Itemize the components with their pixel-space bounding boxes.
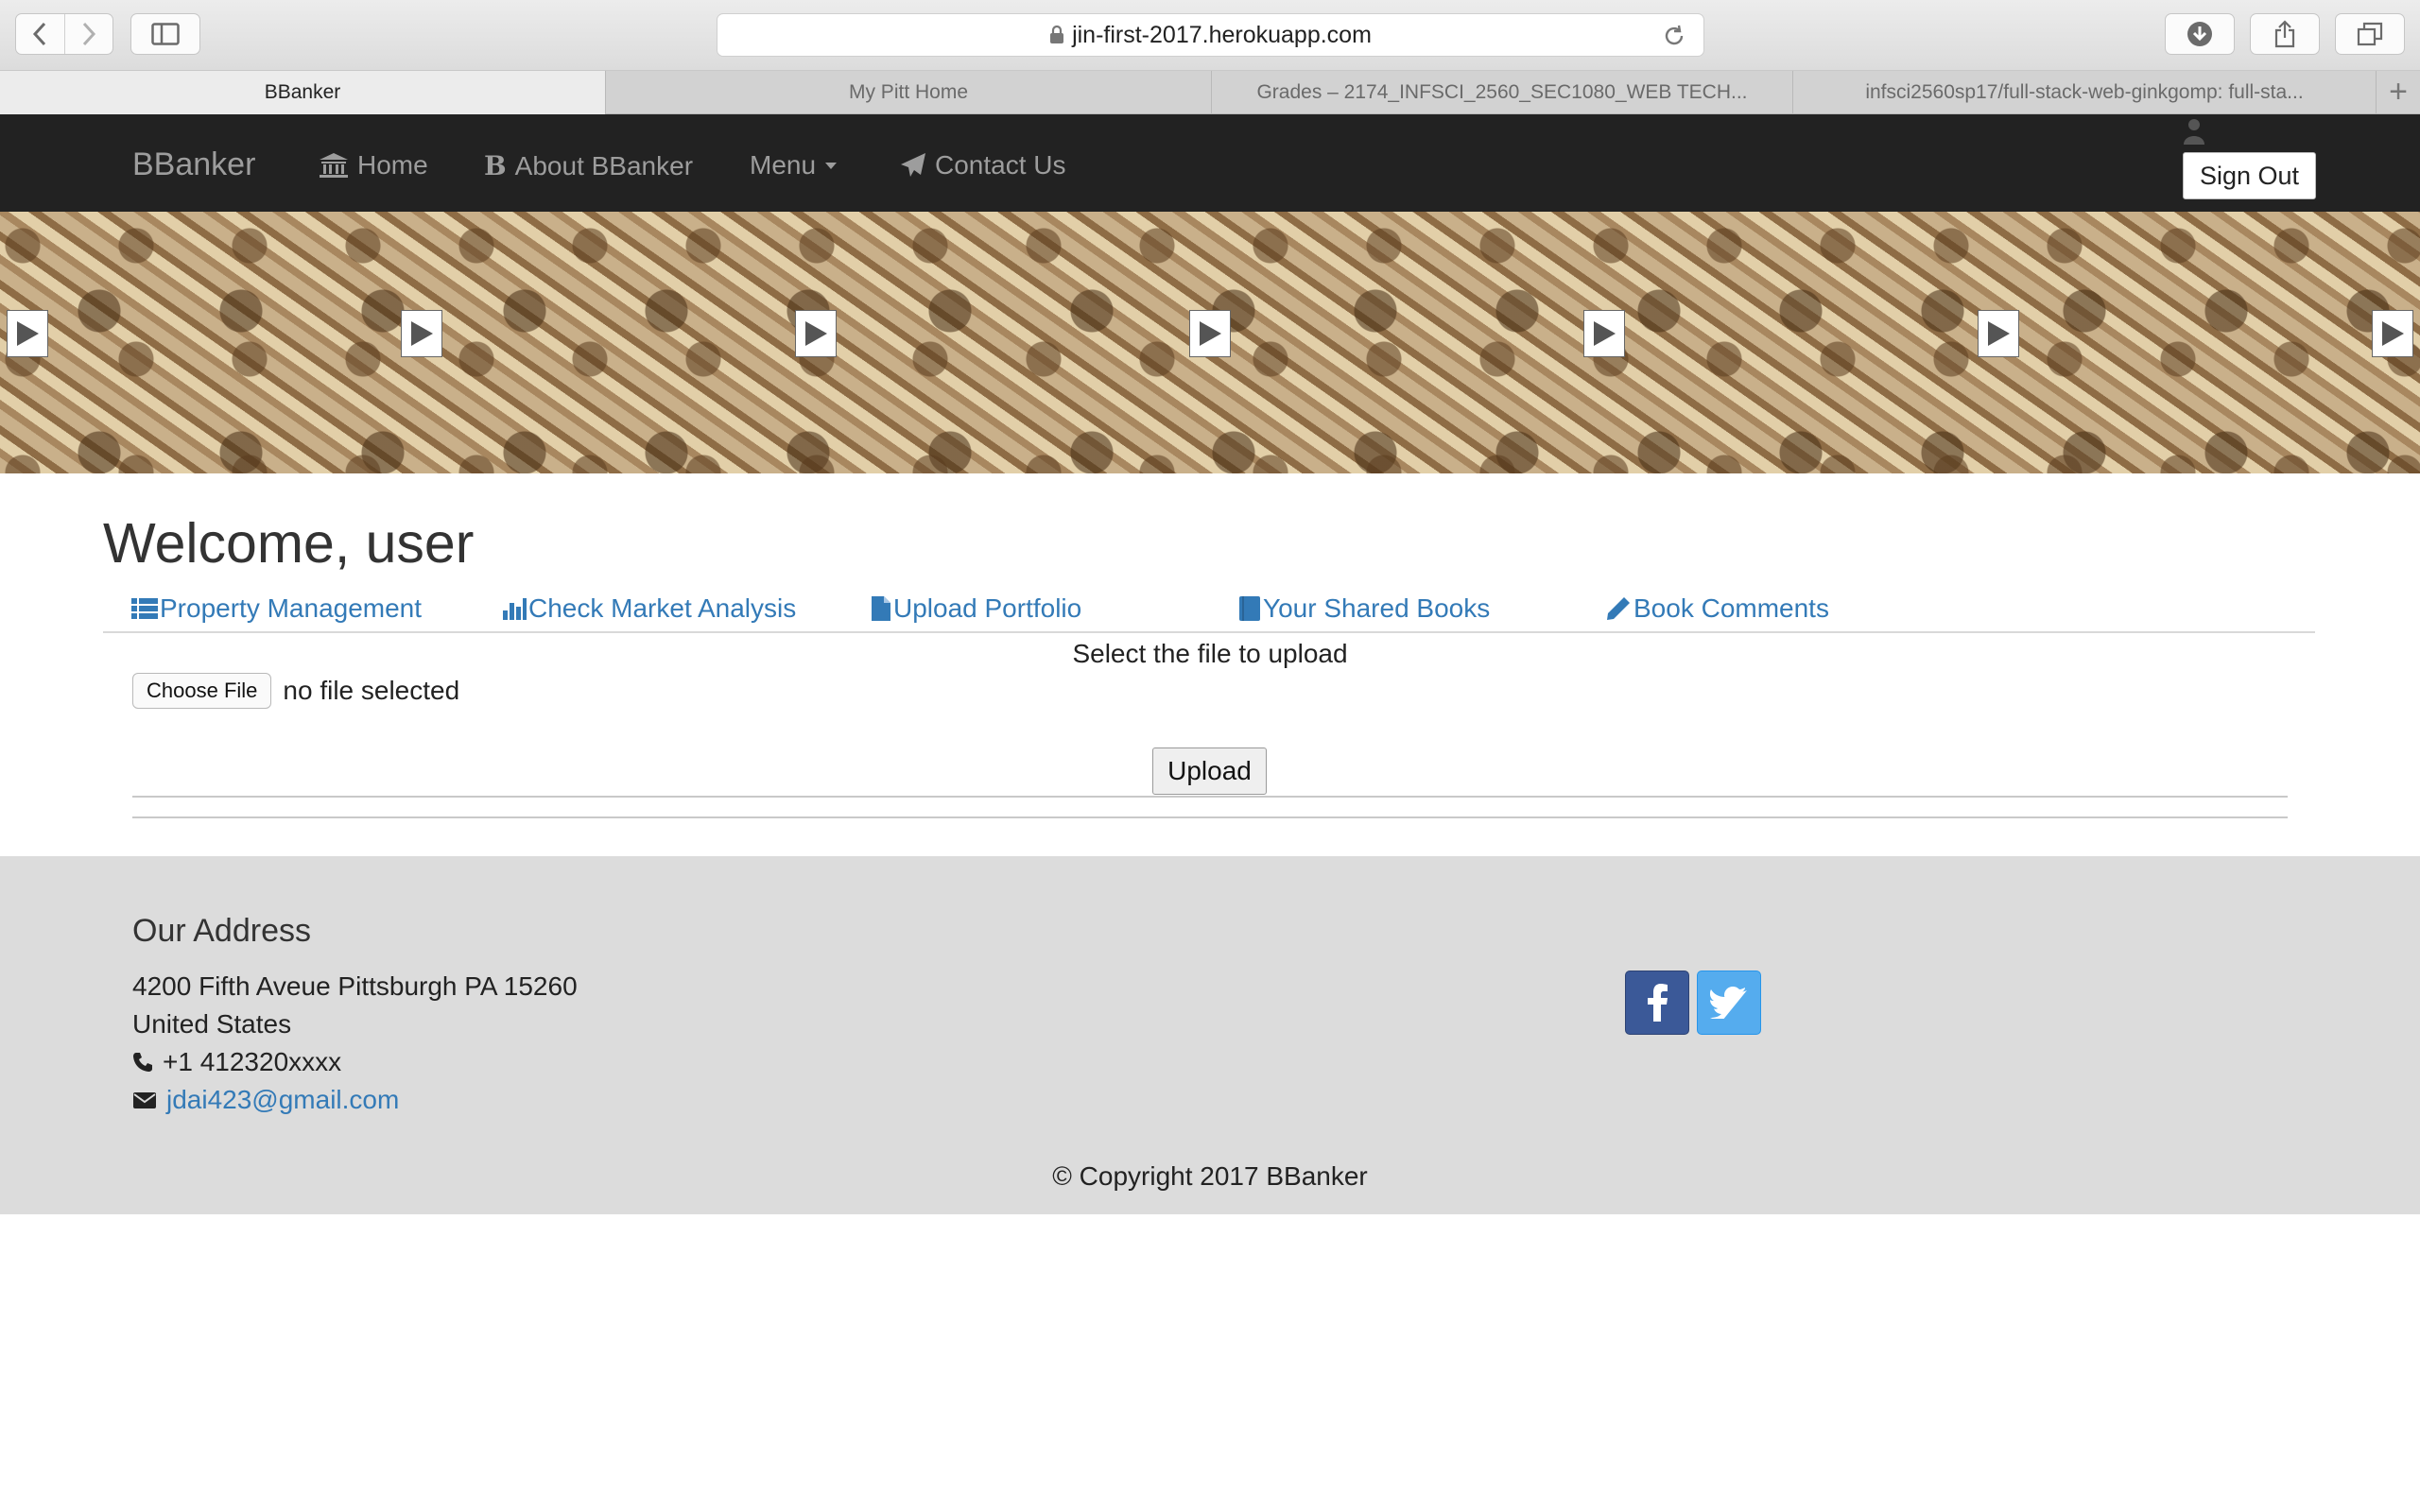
banner-tile: [1966, 212, 2360, 473]
tab-check-market-analysis[interactable]: Check Market Analysis: [502, 593, 796, 624]
nav-menu-dropdown[interactable]: Menu: [750, 150, 838, 180]
chevron-right-icon: [82, 22, 96, 46]
banner-tile: [0, 212, 389, 473]
tab-label: infsci2560sp17/full-stack-web-ginkgomp: …: [1865, 81, 2304, 103]
play-icon: [2372, 310, 2413, 357]
play-icon: [7, 310, 48, 357]
banner-tile: [784, 212, 1178, 473]
paper-plane-icon: [901, 153, 925, 177]
hero-banner: [0, 212, 2420, 473]
downloads-button[interactable]: [2165, 13, 2235, 55]
tabs-icon: [2357, 22, 2383, 46]
browser-tab-my-pitt-home[interactable]: My Pitt Home: [606, 71, 1212, 114]
browser-tab-grades[interactable]: Grades – 2174_INFSCI_2560_SEC1080_WEB TE…: [1212, 71, 1793, 114]
nav-home-label: Home: [357, 150, 428, 180]
file-icon: [872, 596, 890, 621]
banner-tile: [2360, 212, 2420, 473]
address-bar[interactable]: jin-first-2017.herokuapp.com: [717, 13, 1704, 57]
address-country: United States: [132, 1009, 292, 1039]
sidebar-icon: [151, 23, 180, 45]
new-tab-button[interactable]: +: [2377, 71, 2420, 113]
tab-label: Book Comments: [1634, 593, 1829, 623]
play-icon: [1189, 310, 1231, 357]
tab-your-shared-books[interactable]: Your Shared Books: [1238, 593, 1490, 624]
list-icon: [131, 598, 158, 619]
caret-down-icon: [825, 163, 838, 169]
address-email: jdai423@gmail.com: [132, 1085, 399, 1115]
history-nav-group: [15, 13, 113, 55]
divider: [132, 796, 2288, 798]
dashboard-tabs: Property Management Check Market Analysi…: [103, 593, 2315, 633]
upload-instructions: Select the file to upload: [1072, 639, 1348, 668]
nav-home-link[interactable]: Home: [319, 150, 428, 180]
tab-book-comments[interactable]: Book Comments: [1605, 593, 1829, 624]
upload-button[interactable]: Upload: [1152, 747, 1267, 795]
play-icon: [795, 310, 837, 357]
nav-contact-label: Contact Us: [935, 150, 1066, 180]
bank-icon: [320, 153, 348, 178]
tab-label: BBanker: [264, 81, 341, 103]
banner-tile: [1572, 212, 1966, 473]
address-phone: +1 412320xxxx: [132, 1047, 341, 1077]
tab-label: Property Management: [160, 593, 423, 623]
facebook-icon: [1648, 984, 1668, 1022]
browser-toolbar: jin-first-2017.herokuapp.com: [0, 0, 2420, 71]
play-icon: [1978, 310, 2019, 357]
bar-chart-icon: [503, 598, 527, 620]
nav-about-link[interactable]: B About BBanker: [484, 150, 693, 181]
download-icon: [2187, 22, 2212, 46]
forward-button[interactable]: [63, 14, 112, 54]
bitcoin-icon: B: [484, 150, 507, 181]
tab-label: Check Market Analysis: [528, 593, 797, 623]
site-navbar: BBanker Home B About BBanker Menu Contac…: [0, 114, 2420, 212]
book-icon: [1239, 596, 1260, 621]
brand-link[interactable]: BBanker: [132, 146, 255, 183]
twitter-icon: [1710, 987, 1747, 1019]
file-status-text: no file selected: [283, 676, 460, 705]
choose-file-button[interactable]: Choose File: [132, 673, 272, 709]
tab-label: Grades – 2174_INFSCI_2560_SEC1080_WEB TE…: [1256, 81, 1748, 103]
address-street: 4200 Fifth Aveue Pittsburgh PA 15260: [132, 971, 578, 1001]
nav-contact-link[interactable]: Contact Us: [900, 150, 1066, 180]
banner-tile: [389, 212, 784, 473]
sidebar-toggle-button[interactable]: [130, 13, 200, 55]
nav-menu-label: Menu: [750, 150, 817, 180]
tab-label: Upload Portfolio: [893, 593, 1082, 623]
facebook-button[interactable]: [1625, 971, 1689, 1035]
phone-icon: [133, 1053, 152, 1072]
url-text: jin-first-2017.herokuapp.com: [1072, 21, 1372, 48]
play-icon: [1583, 310, 1625, 357]
share-button[interactable]: [2250, 13, 2320, 55]
sign-out-button[interactable]: Sign Out: [2183, 152, 2316, 199]
tab-property-management[interactable]: Property Management: [131, 593, 422, 624]
tab-upload-portfolio[interactable]: Upload Portfolio: [871, 593, 1081, 624]
tab-label: Your Shared Books: [1263, 593, 1491, 623]
twitter-button[interactable]: [1697, 971, 1761, 1035]
envelope-icon: [133, 1092, 156, 1108]
tab-label: My Pitt Home: [848, 81, 969, 103]
banner-tile: [1178, 212, 1572, 473]
user-icon: [2184, 119, 2204, 145]
copyright-text: © Copyright 2017 BBanker: [1052, 1161, 1368, 1191]
nav-about-label: About BBanker: [514, 150, 694, 180]
back-button[interactable]: [16, 14, 64, 54]
page-title: Welcome, user: [103, 512, 475, 575]
share-icon: [2274, 20, 2295, 48]
play-icon: [401, 310, 442, 357]
address-heading: Our Address: [132, 913, 311, 949]
page-footer: Our Address 4200 Fifth Aveue Pittsburgh …: [0, 856, 2420, 1214]
browser-tab-bbanker[interactable]: BBanker: [0, 71, 606, 114]
browser-tab-bar: BBanker My Pitt Home Grades – 2174_INFSC…: [0, 71, 2420, 114]
email-link[interactable]: jdai423@gmail.com: [166, 1085, 399, 1115]
reload-icon[interactable]: [1662, 24, 1686, 48]
file-input-row: Choose File no file selected: [132, 673, 459, 709]
lock-icon: [1050, 26, 1064, 43]
chevron-left-icon: [33, 22, 46, 46]
divider: [132, 816, 2288, 818]
browser-tab-github-repo[interactable]: infsci2560sp17/full-stack-web-ginkgomp: …: [1793, 71, 2377, 114]
tabs-overview-button[interactable]: [2335, 13, 2405, 55]
pencil-icon: [1607, 597, 1630, 620]
phone-number: +1 412320xxxx: [163, 1047, 342, 1076]
